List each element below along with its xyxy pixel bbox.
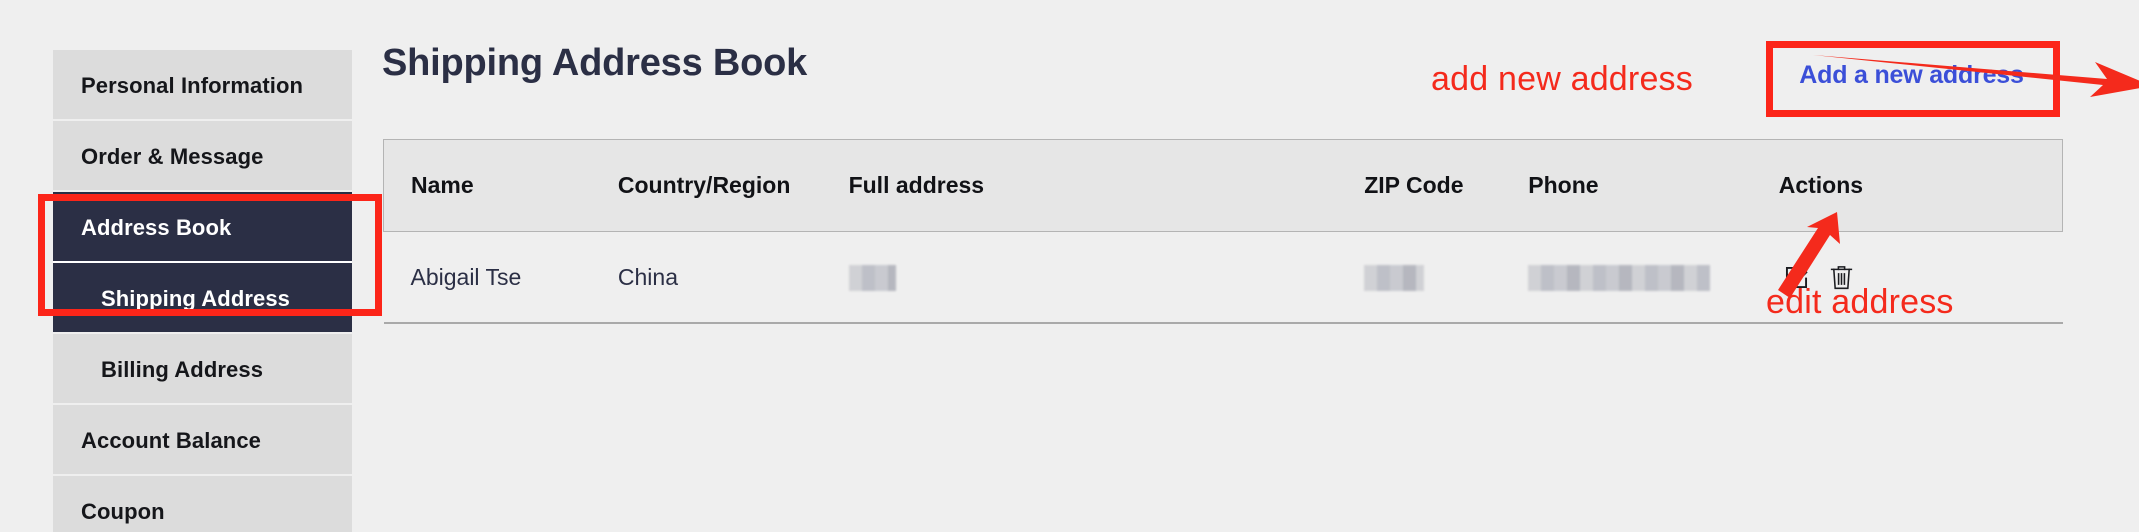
sidebar-item-shipping-address[interactable]: Shipping Address: [53, 263, 352, 334]
sidebar-item-label: Billing Address: [101, 357, 264, 382]
account-sidebar: Personal Information Order & Message Add…: [53, 50, 352, 532]
sidebar-item-label: Order & Message: [81, 144, 264, 169]
column-header-name: Name: [382, 139, 618, 232]
cell-name: Abigail Tse: [383, 231, 618, 324]
table-header: Name Country/Region Full address ZIP Cod…: [382, 139, 2063, 232]
add-address-button[interactable]: Add a new address: [1771, 45, 2052, 105]
column-header-zip: ZIP Code: [1364, 139, 1529, 232]
sidebar-item-account-balance[interactable]: Account Balance: [53, 405, 352, 476]
sidebar-item-label: Account Balance: [81, 428, 261, 453]
redacted-address: [848, 264, 896, 291]
account-address-book-page: Personal Information Order & Message Add…: [0, 0, 2139, 532]
column-header-actions: Actions: [1778, 139, 2063, 232]
cell-country: China: [617, 231, 849, 324]
column-header-address: Full address: [848, 139, 1365, 232]
annotation-label-edit-address: edit address: [1766, 283, 1954, 321]
column-header-country: Country/Region: [617, 139, 849, 232]
sidebar-item-label: Address Book: [81, 215, 232, 240]
cell-phone: [1528, 231, 1779, 324]
redacted-phone: [1528, 264, 1711, 291]
main-content: Shipping Address Book Add a new address …: [382, 0, 2139, 532]
sidebar-item-order-message[interactable]: Order & Message: [53, 121, 352, 192]
sidebar-item-coupon[interactable]: Coupon: [53, 476, 352, 532]
sidebar-item-personal-information[interactable]: Personal Information: [53, 50, 352, 121]
cell-zip: [1364, 231, 1529, 324]
sidebar-item-label: Personal Information: [81, 73, 304, 98]
page-title: Shipping Address Book: [382, 42, 808, 84]
sidebar-item-label: Shipping Address: [101, 286, 291, 311]
sidebar-item-billing-address[interactable]: Billing Address: [53, 334, 352, 405]
sidebar-item-address-book[interactable]: Address Book: [53, 192, 352, 263]
column-header-phone: Phone: [1528, 139, 1779, 232]
sidebar-item-label: Coupon: [81, 499, 165, 524]
cell-full-address: [848, 231, 1365, 324]
redacted-zip: [1364, 264, 1425, 291]
table-header-row: Name Country/Region Full address ZIP Cod…: [382, 139, 2063, 232]
annotation-label-add-new-address: add new address: [1431, 60, 1693, 98]
